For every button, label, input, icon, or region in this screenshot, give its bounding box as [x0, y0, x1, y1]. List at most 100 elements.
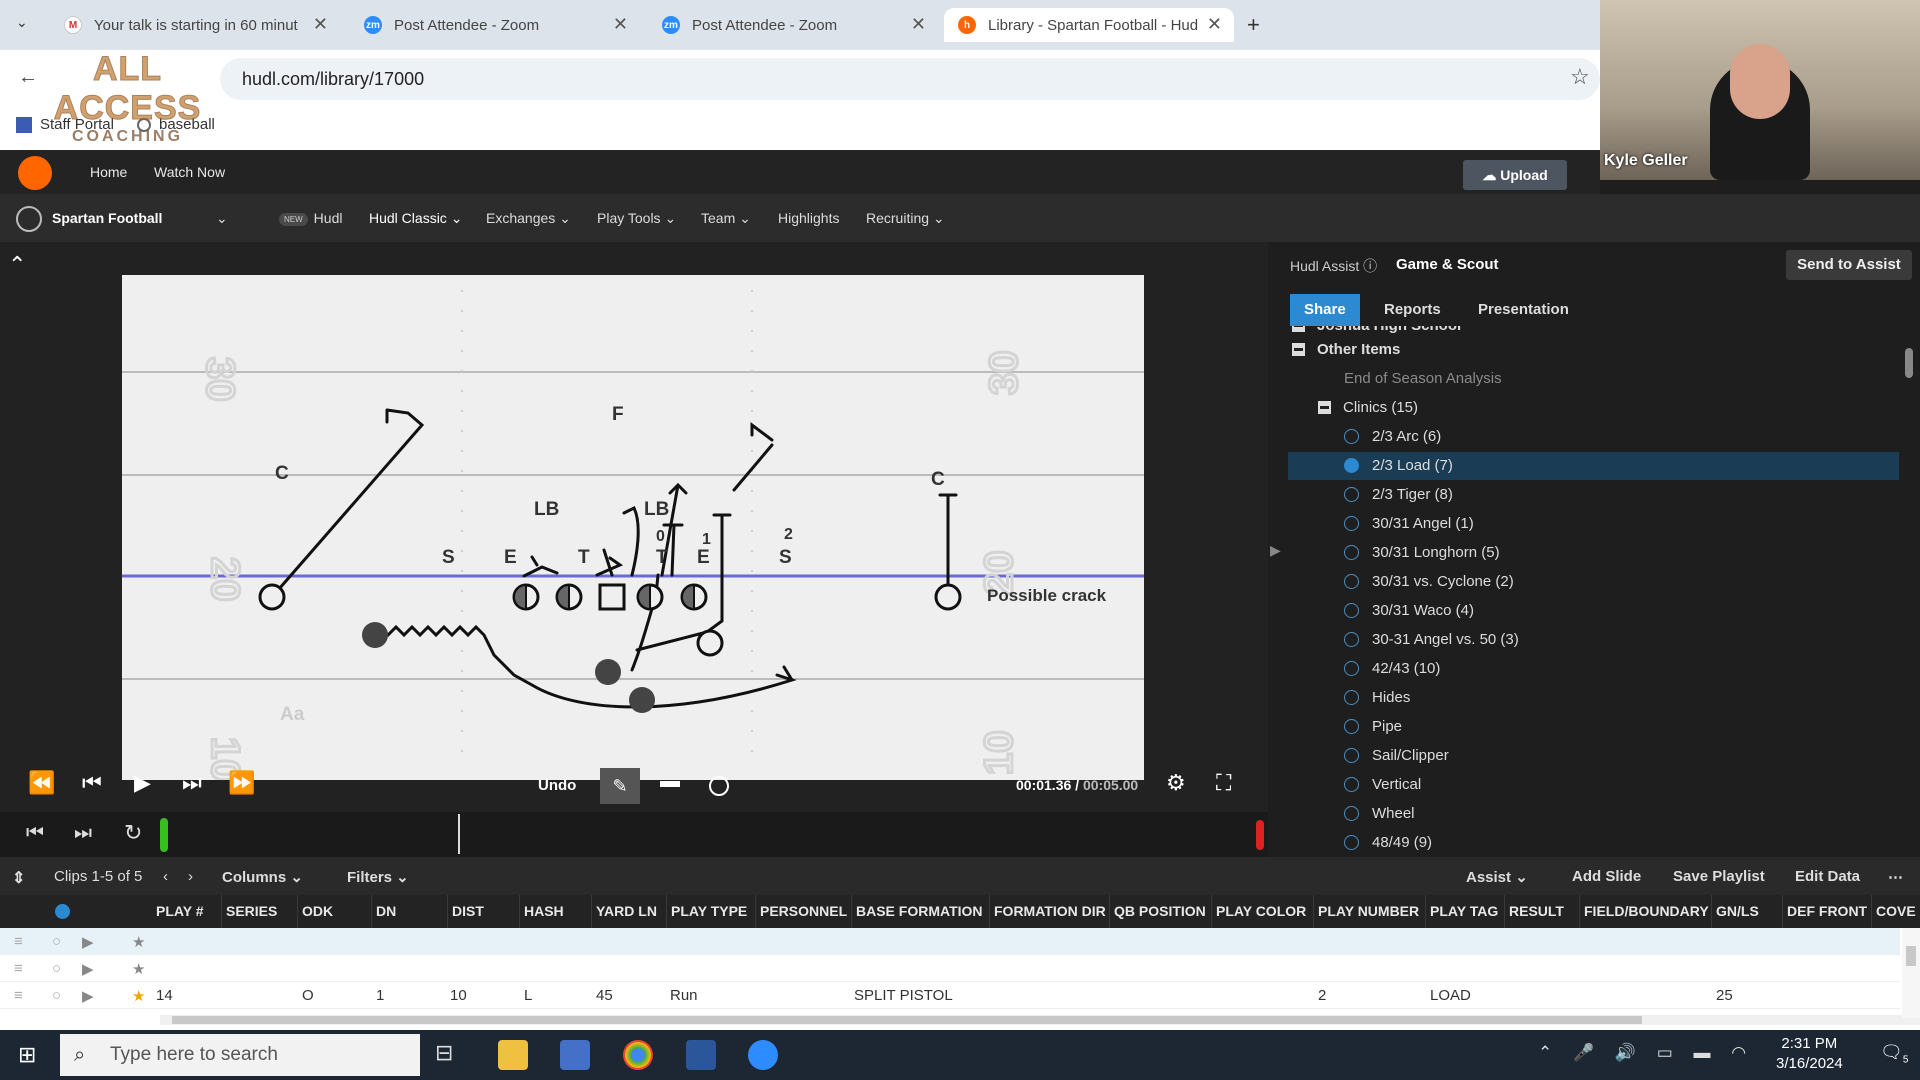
radio-circle-icon[interactable] — [1344, 776, 1359, 792]
loop-icon[interactable]: ↻ — [124, 820, 142, 846]
tree-item-end-of-season[interactable]: End of Season Analysis — [1344, 365, 1502, 393]
fullscreen-icon[interactable]: ⛶ — [1216, 770, 1231, 796]
clip-timeline[interactable]: ⏮ ⏭ ↻ — [0, 812, 1268, 857]
nav-hudl-classic[interactable]: Hudl Classic ⌄ — [369, 210, 462, 227]
taskbar-search[interactable]: ⌕ Type here to search — [60, 1034, 420, 1076]
column-header[interactable]: DN — [372, 895, 448, 928]
zoom-app-icon[interactable] — [748, 1040, 778, 1070]
nav-team[interactable]: Team ⌄ — [701, 210, 751, 227]
tree-item-clinic[interactable]: 30/31 Waco (4) — [1344, 597, 1474, 625]
comment-icon[interactable]: ▬ — [660, 770, 680, 793]
column-header[interactable]: PLAY # — [152, 895, 222, 928]
column-header[interactable]: PLAY COLOR — [1212, 895, 1314, 928]
next-clip-icon[interactable]: ⏭ — [74, 822, 92, 845]
drag-handle-icon[interactable]: ≡ — [14, 933, 23, 950]
tab-presentation[interactable]: Presentation — [1464, 294, 1583, 326]
send-to-assist-button[interactable]: Send to Assist — [1786, 250, 1912, 280]
tab-search-icon[interactable]: ⌄ — [16, 14, 28, 31]
tree-item-clinic[interactable]: 42/43 (10) — [1344, 655, 1440, 683]
panel-scrollbar[interactable] — [1902, 326, 1916, 856]
radio-circle-icon[interactable] — [1344, 747, 1359, 763]
radio-circle-icon[interactable] — [1344, 689, 1359, 705]
nav-hudl[interactable]: NEW Hudl — [279, 210, 342, 226]
vertical-scrollbar[interactable] — [1902, 928, 1920, 1018]
edit-data-button[interactable]: Edit Data — [1795, 868, 1860, 885]
close-tab-icon[interactable]: ✕ — [613, 14, 628, 35]
column-header[interactable]: COVE — [1872, 895, 1920, 928]
tree-item-clinic[interactable]: 48/49 (9) — [1344, 829, 1432, 856]
tab-share[interactable]: Share — [1290, 294, 1360, 326]
columns-dropdown[interactable]: Columns ⌄ — [222, 868, 303, 886]
radio-circle-icon[interactable] — [1344, 544, 1359, 560]
sort-icon[interactable]: ⇕ — [12, 868, 25, 888]
radio-circle-icon[interactable] — [1344, 602, 1359, 618]
filters-dropdown[interactable]: Filters ⌄ — [347, 868, 409, 886]
browser-tab[interactable]: zm Post Attendee - Zoom ✕ — [648, 8, 938, 42]
file-explorer-icon[interactable] — [498, 1040, 528, 1070]
tree-item-clinic[interactable]: 2/3 Load (7) — [1288, 452, 1899, 480]
column-header[interactable]: PERSONNEL — [756, 895, 852, 928]
tree-item-clinic[interactable]: Sail/Clipper — [1344, 742, 1449, 770]
nav-recruiting[interactable]: Recruiting ⌄ — [866, 210, 945, 227]
table-row[interactable]: ≡ ○ ▶ ★ — [0, 955, 1900, 982]
browser-tab[interactable]: zm Post Attendee - Zoom ✕ — [350, 8, 640, 42]
playhead[interactable] — [458, 814, 461, 854]
tree-item-other-items[interactable]: Other Items — [1292, 336, 1400, 364]
store-icon[interactable] — [560, 1040, 590, 1070]
browser-tab-active[interactable]: h Library - Spartan Football - Hud ✕ — [944, 8, 1234, 42]
settings-gear-icon[interactable]: ⚙ — [1166, 770, 1186, 796]
star-icon[interactable]: ★ — [132, 987, 145, 1005]
star-icon[interactable]: ★ — [132, 933, 145, 951]
close-tab-icon[interactable]: ✕ — [911, 14, 926, 35]
column-header[interactable]: FORMATION DIR — [990, 895, 1110, 928]
horizontal-scrollbar[interactable] — [160, 1015, 1920, 1025]
nav-highlights[interactable]: Highlights — [778, 210, 839, 226]
radio-circle-icon[interactable] — [1344, 834, 1359, 850]
browser-tab[interactable]: M Your talk is starting in 60 minut ✕ — [50, 8, 340, 42]
tab-reports[interactable]: Reports — [1370, 294, 1455, 326]
drag-handle-icon[interactable]: ≡ — [14, 960, 23, 977]
column-header[interactable]: FIELD/BOUNDARY — [1580, 895, 1712, 928]
draw-tool-icon[interactable]: ✎ — [600, 768, 640, 804]
table-row[interactable]: ≡ ○ ▶ ★ — [0, 928, 1900, 955]
task-view-icon[interactable]: ⊟ — [435, 1040, 465, 1070]
radio-circle-icon[interactable] — [1344, 805, 1359, 821]
tree-item-clinic[interactable]: 30/31 Longhorn (5) — [1344, 539, 1500, 567]
word-icon[interactable] — [686, 1040, 716, 1070]
star-icon[interactable]: ★ — [132, 960, 145, 978]
tree-item-clinic[interactable]: Wheel — [1344, 800, 1415, 828]
column-header[interactable]: DEF FRONT — [1783, 895, 1872, 928]
scroll-thumb[interactable] — [1905, 348, 1913, 378]
nav-play-tools[interactable]: Play Tools ⌄ — [597, 210, 676, 227]
bookmark-star-icon[interactable]: ☆ — [1570, 64, 1590, 90]
column-header[interactable]: RESULT — [1505, 895, 1580, 928]
undo-button[interactable]: Undo — [538, 777, 576, 794]
collapse-icon[interactable] — [1292, 342, 1305, 356]
windows-start-icon[interactable]: ⊞ — [18, 1042, 36, 1068]
column-header[interactable]: DIST — [448, 895, 520, 928]
assist-dropdown[interactable]: Assist ⌄ — [1466, 868, 1528, 886]
collapse-up-icon[interactable]: ⌃ — [8, 252, 26, 278]
column-header[interactable]: HASH — [520, 895, 592, 928]
collapse-icon[interactable] — [1318, 400, 1331, 414]
chrome-icon[interactable] — [623, 1040, 653, 1070]
radio-circle-icon[interactable] — [1344, 660, 1359, 676]
tree-item-clinic[interactable]: 2/3 Arc (6) — [1344, 423, 1441, 451]
prev-page-icon[interactable]: ‹ — [163, 868, 168, 885]
radio-circle-icon[interactable] — [1344, 486, 1359, 502]
scroll-thumb[interactable] — [1906, 946, 1916, 966]
close-tab-icon[interactable]: ✕ — [1207, 14, 1222, 35]
previous-clip-icon[interactable]: ⏮ — [26, 822, 44, 845]
radio-circle-icon[interactable] — [1344, 718, 1359, 734]
tree-item-clinic[interactable]: 2/3 Tiger (8) — [1344, 481, 1453, 509]
column-header[interactable]: SERIES — [222, 895, 298, 928]
column-header[interactable]: YARD LN — [592, 895, 667, 928]
tree-item-clinic[interactable]: Hides — [1344, 684, 1410, 712]
select-circle-icon[interactable]: ○ — [52, 960, 61, 977]
column-header[interactable]: PLAY NUMBER — [1314, 895, 1426, 928]
play-clip-icon[interactable]: ▶ — [82, 987, 94, 1005]
collapse-icon[interactable] — [1292, 326, 1305, 332]
column-header[interactable]: PLAY TAG — [1426, 895, 1505, 928]
nav-home[interactable]: Home — [90, 164, 127, 180]
system-tray-icons[interactable]: ⌃ 🎤 🔊 ▭ ▬ ◠ — [1538, 1043, 1754, 1063]
